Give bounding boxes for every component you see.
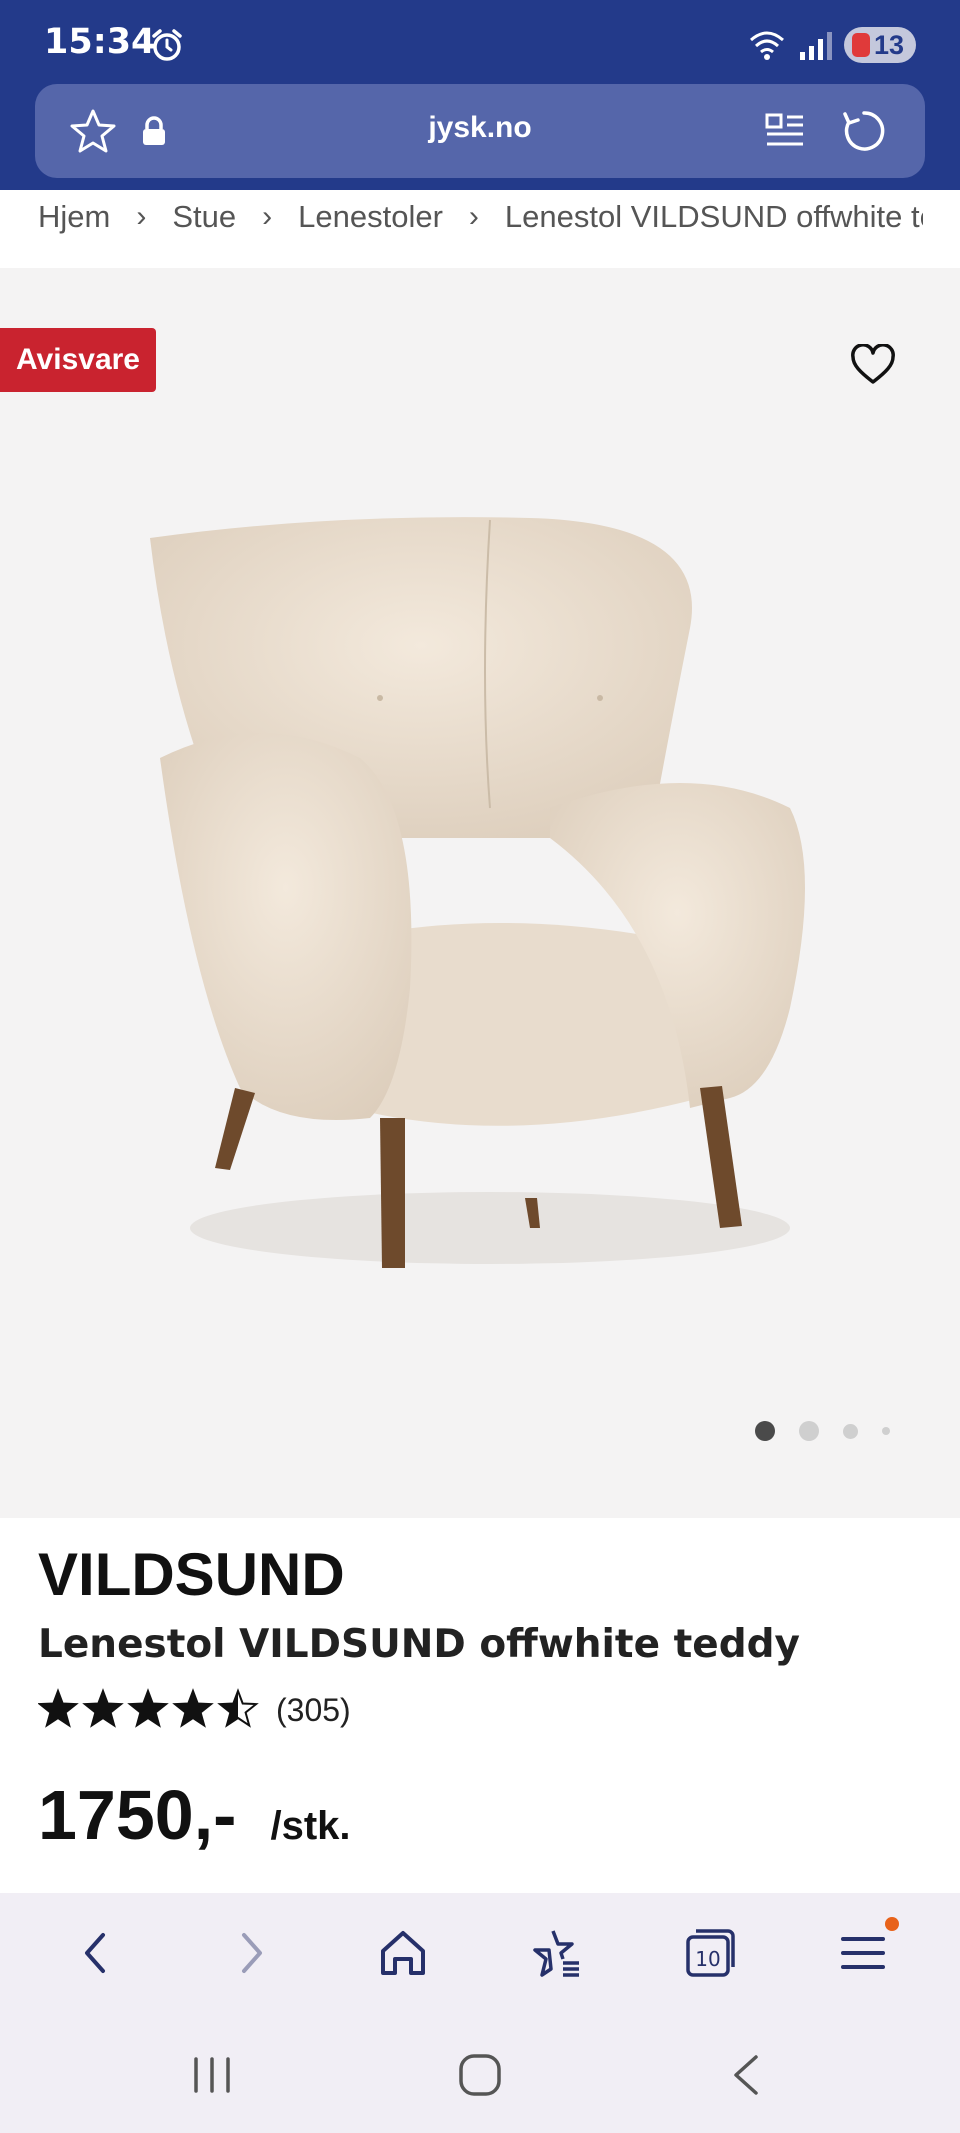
product-rating[interactable]: (305): [38, 1688, 351, 1732]
product-price: 1750,-: [38, 1776, 237, 1854]
back-icon: [84, 1933, 105, 1973]
forward-icon: [241, 1933, 262, 1973]
tab-count: 10: [695, 1947, 720, 1971]
star-filled-icon: [39, 1691, 77, 1726]
back-nav-icon[interactable]: [726, 2051, 766, 2099]
breadcrumb-item-stue[interactable]: Stue: [172, 199, 236, 235]
breadcrumb-item-home[interactable]: Hjem: [38, 199, 110, 235]
gallery-dot[interactable]: [882, 1427, 890, 1435]
home-icon: [381, 1931, 426, 1975]
battery-level: 13: [873, 29, 904, 60]
product-brand: VILDSUND: [38, 1541, 345, 1608]
price-row: 1750,- /stk.: [38, 1775, 351, 1855]
bookmarks-button[interactable]: [517, 1913, 597, 1993]
back-button[interactable]: [57, 1913, 137, 1993]
wifi-icon: [749, 31, 784, 60]
star-filled-icon: [174, 1691, 212, 1726]
reader-mode-icon[interactable]: [765, 112, 805, 150]
chevron-right-icon: ›: [468, 200, 479, 233]
bookmarks-icon: [532, 1930, 579, 1977]
alarm-icon: [152, 29, 182, 61]
reload-icon[interactable]: [841, 108, 887, 154]
notification-dot: [885, 1917, 900, 1931]
breadcrumb: Hjem › Stue › Lenestoler › Lenestol VILD…: [38, 192, 923, 242]
chevron-right-icon: ›: [262, 200, 273, 233]
product-image: [150, 517, 805, 1268]
browser-top-bar: 15:34 13 jysk.no: [0, 0, 960, 190]
battery-icon: [851, 33, 870, 57]
chevron-right-icon: ›: [136, 200, 147, 233]
gallery-dot[interactable]: [799, 1421, 819, 1441]
home-nav-icon[interactable]: [456, 2051, 504, 2099]
heart-icon[interactable]: [850, 344, 896, 386]
star-filled-icon: [84, 1691, 122, 1726]
product-name: Lenestol VILDSUND offwhite teddy: [38, 1622, 800, 1667]
star-filled-icon: [129, 1691, 167, 1726]
breadcrumb-item-current: Lenestol VILDSUND offwhite teddy: [504, 199, 923, 234]
url-bar[interactable]: jysk.no: [35, 84, 925, 178]
gallery-dot[interactable]: [843, 1423, 858, 1439]
signal-icon: [799, 32, 832, 60]
tabs-icon: 10: [686, 1929, 735, 1977]
status-indicators: 13: [748, 26, 916, 64]
breadcrumb-item-lenestoler[interactable]: Lenestoler: [298, 199, 443, 235]
rating-stars: [38, 1688, 259, 1728]
battery-indicator: 13: [843, 27, 916, 63]
review-count[interactable]: (305): [276, 1692, 351, 1729]
system-navigation-bar: [0, 2013, 960, 2133]
status-time: 15:34: [44, 22, 156, 62]
browser-toolbar: 10: [0, 1893, 960, 2013]
avisvare-badge: Avisvare: [0, 328, 156, 392]
recent-apps-icon[interactable]: [190, 2055, 234, 2095]
gallery-pagination[interactable]: [755, 1421, 890, 1441]
home-button[interactable]: [363, 1913, 443, 1993]
tabs-button[interactable]: 10: [670, 1913, 750, 1993]
product-image-gallery[interactable]: Avisvare: [0, 268, 960, 1518]
menu-button[interactable]: [823, 1913, 903, 1993]
forward-button[interactable]: [210, 1913, 290, 1993]
status-bar: 15:34 13: [0, 0, 960, 86]
price-unit: /stk.: [270, 1804, 351, 1848]
menu-icon: [841, 1937, 886, 1969]
gallery-dot-active[interactable]: [755, 1421, 775, 1441]
